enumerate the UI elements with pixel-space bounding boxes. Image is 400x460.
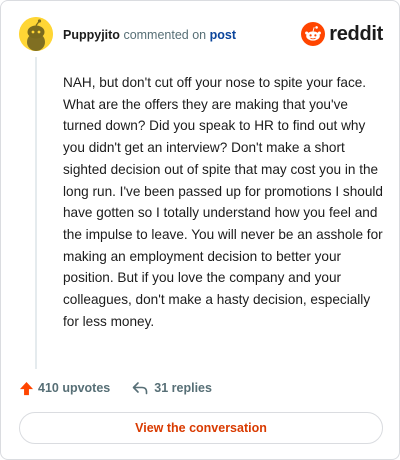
post-link[interactable]: post — [210, 28, 236, 42]
replies-button[interactable]: 31 replies — [132, 381, 212, 395]
thread-line — [35, 57, 37, 369]
view-conversation-button[interactable]: View the conversation — [19, 412, 383, 444]
reddit-logo-icon — [301, 22, 326, 46]
author-line: Puppyjito commented on post — [63, 27, 236, 43]
upvote-button[interactable]: 410 upvotes — [19, 381, 110, 396]
comment-actions: 410 upvotes 31 replies — [19, 378, 212, 398]
commented-on-text: commented on — [123, 28, 207, 42]
reply-count: 31 replies — [154, 381, 212, 395]
snoo-avatar-icon[interactable] — [19, 17, 53, 51]
author-name[interactable]: Puppyjito — [63, 28, 120, 42]
reddit-wordmark: reddit — [329, 23, 383, 45]
reddit-brand[interactable]: reddit — [301, 21, 383, 47]
comment-header: Puppyjito commented on post reddit — [19, 17, 383, 53]
comment-body: NAH, but don't cut off your nose to spit… — [63, 75, 383, 329]
upvote-arrow-icon — [19, 381, 34, 395]
reply-arrow-icon — [132, 382, 148, 395]
embedded-comment-card: Puppyjito commented on post reddit NAH, … — [0, 0, 400, 460]
upvote-count: 410 upvotes — [38, 381, 111, 395]
